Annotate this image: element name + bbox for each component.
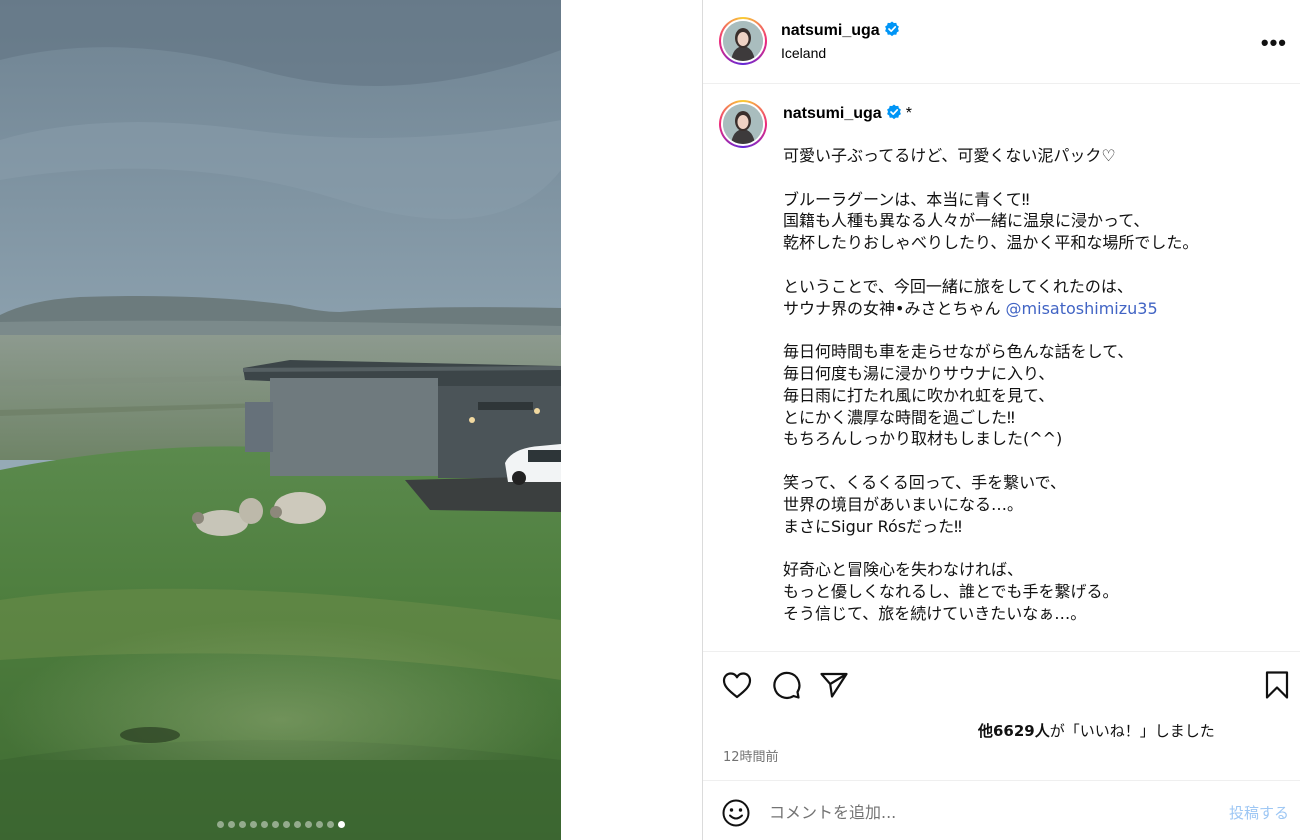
location-link[interactable]: Iceland	[781, 45, 826, 61]
carousel-dot	[326, 821, 334, 828]
comment-bar: 投稿する	[703, 780, 1300, 840]
carousel-dot	[304, 821, 312, 828]
username[interactable]: natsumi_uga	[781, 22, 880, 39]
caption-line: 好奇心と冒険心を失わなければ、	[783, 560, 1024, 580]
caption-line: まさにSigur Rósだった‼︎	[783, 516, 962, 536]
carousel-dot	[260, 821, 268, 828]
caption-line: 乾杯したりおしゃべりしたり、温かく平和な場所でした。	[783, 233, 1199, 253]
carousel-dot	[216, 821, 224, 828]
avatar-photo	[723, 104, 763, 144]
caption-text: 可愛い子ぶってるけど、可愛くない泥パック♡ ブルーラグーンは、本当に青くて‼︎ …	[783, 145, 1283, 625]
caption-line: 可愛い子ぶってるけど、可愛くない泥パック♡	[783, 146, 1116, 165]
post-comment-button[interactable]: 投稿する	[1229, 802, 1289, 823]
post-detail-panel: natsumi_uga Iceland ••• natsumi_uga * 可愛い…	[702, 0, 1300, 840]
caption-line	[783, 319, 1283, 341]
carousel-dot	[238, 821, 246, 828]
heart-icon[interactable]	[719, 665, 755, 705]
action-bar	[703, 665, 1300, 705]
caption-line: とにかく濃厚な時間を過ごした‼︎	[783, 407, 1015, 427]
carousel-indicator	[0, 821, 561, 828]
emoji-icon[interactable]	[721, 798, 751, 828]
caption-line: 毎日何度も湯に浸かりサウナに入り、	[783, 363, 1055, 383]
verified-badge-icon	[884, 21, 900, 42]
like-summary[interactable]: 他6629人が「いいね！」しました	[978, 720, 1215, 741]
caption-line: そう信じて、旅を続けていきたいなぁ…。	[783, 603, 1087, 623]
caption-line: 世界の境目があいまいになる…。	[783, 494, 1024, 514]
bookmark-icon[interactable]	[1259, 665, 1295, 705]
caption-username[interactable]: natsumi_uga	[783, 105, 882, 122]
caption-line: 毎日何時間も車を走らせながら色んな話をして、	[783, 342, 1134, 362]
caption-line	[783, 167, 1283, 189]
verified-badge-icon	[886, 104, 902, 125]
avatar[interactable]	[719, 17, 767, 65]
carousel-dot	[227, 821, 235, 828]
share-icon[interactable]	[816, 665, 852, 705]
caption-line: ブルーラグーンは、本当に青くて‼︎	[783, 189, 1030, 209]
caption-line: もちろんしっかり取材もしました(^^)	[783, 429, 1063, 449]
caption-line	[783, 254, 1283, 276]
caption-line: もっと優しくなれるし、誰とでも手を繋げる。	[783, 581, 1119, 601]
like-count[interactable]: 他6629人	[978, 722, 1050, 740]
caption-section: natsumi_uga * 可愛い子ぶってるけど、可愛くない泥パック♡ ブルーラグ…	[703, 85, 1300, 652]
caption-avatar[interactable]	[719, 100, 767, 148]
more-options-icon[interactable]: •••	[1261, 30, 1287, 56]
carousel-dot-active	[337, 821, 345, 828]
carousel-dot	[271, 821, 279, 828]
avatar-photo	[723, 21, 763, 61]
mention-link[interactable]: @misatoshimizu35	[1006, 299, 1158, 318]
carousel-dot	[282, 821, 290, 828]
comment-icon[interactable]	[768, 665, 804, 705]
like-suffix: が「いいね！」しました	[1049, 722, 1215, 740]
caption-line: 笑って、くるくる回って、手を繋いで、	[783, 472, 1067, 492]
comment-input[interactable]	[769, 799, 1189, 825]
caption-marker: *	[905, 105, 912, 122]
landscape-image	[0, 0, 561, 840]
post-timestamp[interactable]: 12時間前	[723, 746, 779, 765]
carousel-dot	[249, 821, 257, 828]
caption-line: サウナ界の女神•みさとちゃん	[783, 298, 1006, 318]
caption-line-with-mention: サウナ界の女神•みさとちゃん @misatoshimizu35	[783, 298, 1283, 320]
caption-line	[783, 537, 1283, 559]
caption-line: ということで、今回一緒に旅をしてくれたのは、	[783, 276, 1133, 296]
carousel-dot	[293, 821, 301, 828]
post-header: natsumi_uga Iceland •••	[703, 0, 1300, 84]
caption-line	[783, 450, 1283, 472]
caption-line: 毎日雨に打たれ風に吹かれ虹を見て、	[783, 385, 1055, 405]
post-photo[interactable]	[0, 0, 561, 840]
caption-line: 国籍も人種も異なる人々が一緒に温泉に浸かって、	[783, 211, 1150, 231]
carousel-dot	[315, 821, 323, 828]
